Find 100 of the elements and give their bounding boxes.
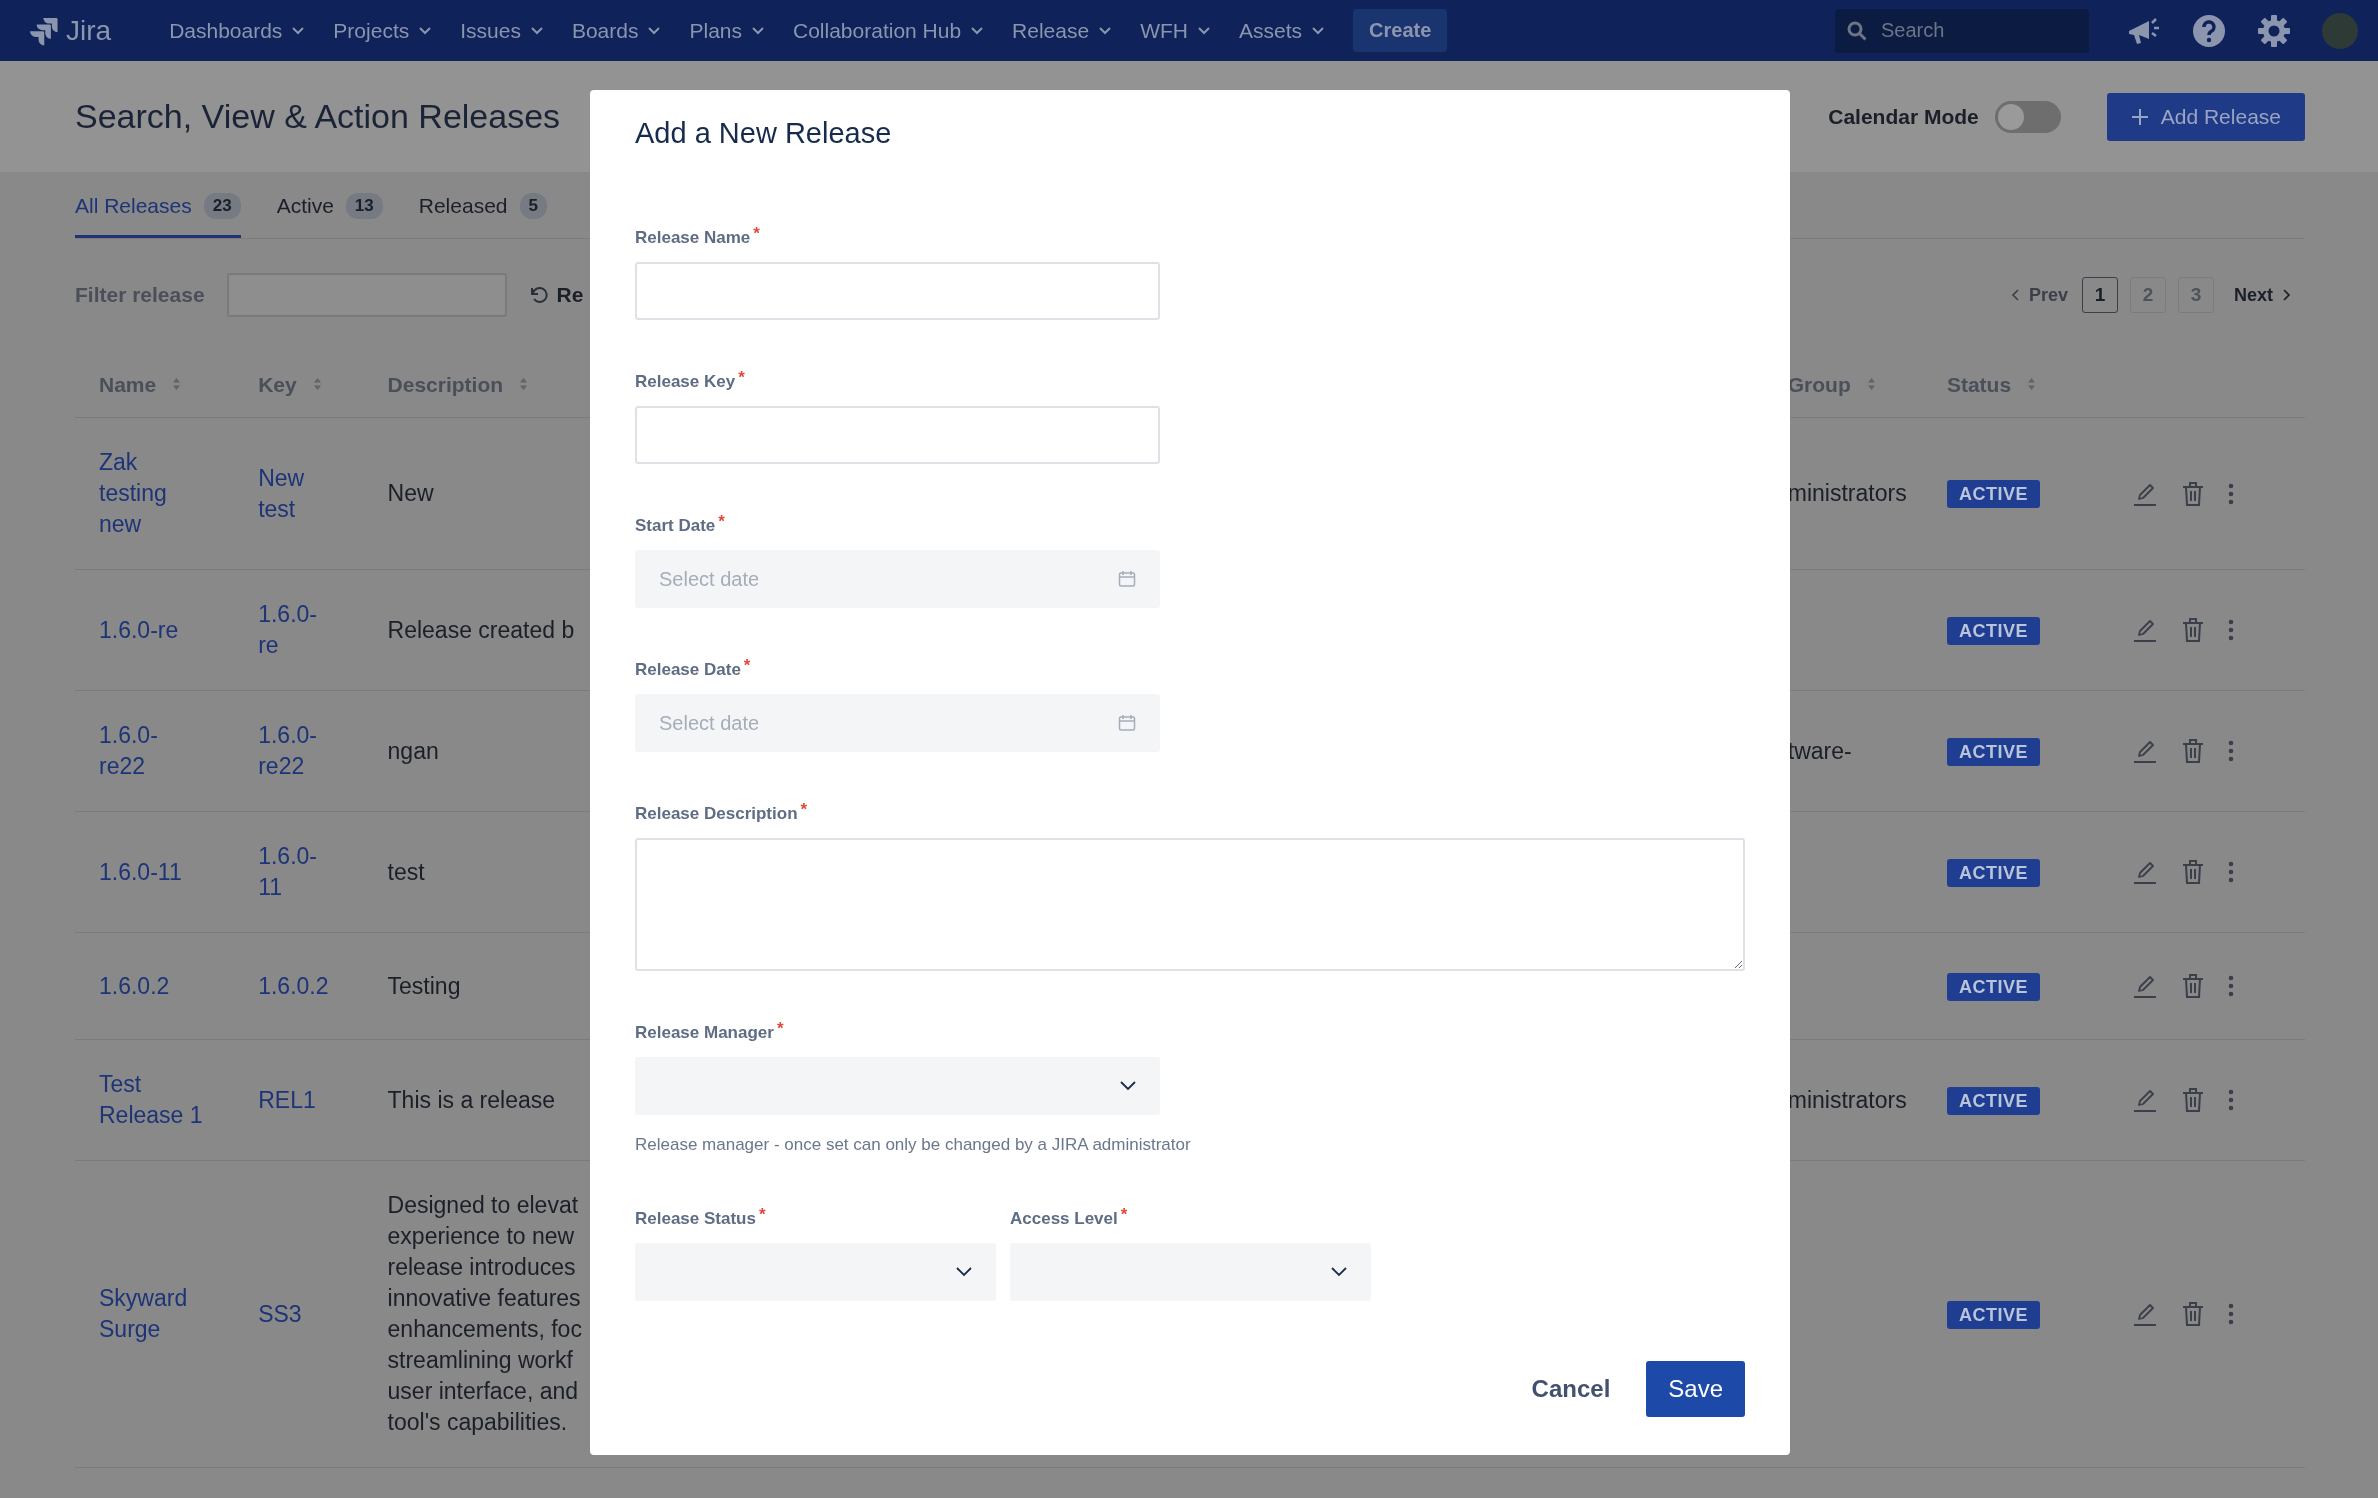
nav-menu[interactable]: Boards	[571, 18, 661, 43]
more-options-icon[interactable]	[2227, 1303, 2234, 1325]
delete-icon[interactable]	[2181, 1301, 2204, 1327]
more-options-icon[interactable]	[2227, 861, 2234, 883]
nav-menu[interactable]: Plans	[689, 18, 764, 43]
date-field[interactable]: Select date	[635, 694, 1160, 752]
chevron-down-icon	[971, 26, 984, 35]
edit-icon[interactable]	[2131, 1301, 2158, 1327]
delete-icon[interactable]	[2181, 617, 2204, 643]
delete-icon[interactable]	[2181, 1087, 2204, 1113]
delete-icon[interactable]	[2181, 738, 2204, 764]
nav-menu[interactable]: Collaboration Hub	[793, 18, 984, 43]
search-field[interactable]: Search	[1835, 8, 2089, 53]
release-name-link[interactable]: 1.6.0.2	[99, 970, 203, 1002]
help-text: Release manager - once set can only be changed by a JIRA administrator	[635, 1134, 1191, 1156]
add-release-button[interactable]: Add Release	[2106, 92, 2305, 141]
more-options-icon[interactable]	[2227, 740, 2234, 762]
nav-menu[interactable]: Dashboards	[169, 18, 305, 43]
dropdown-field[interactable]	[1010, 1243, 1371, 1301]
delete-icon[interactable]	[2181, 859, 2204, 885]
more-options-icon[interactable]	[2227, 482, 2234, 505]
page-number-button[interactable]: 1	[2082, 277, 2118, 313]
edit-icon[interactable]	[2131, 1087, 2158, 1113]
page-number-button[interactable]: 3	[2178, 277, 2214, 313]
description-field[interactable]	[635, 838, 1745, 971]
more-options-icon[interactable]	[2227, 1089, 2234, 1111]
column-header[interactable]: Name	[99, 368, 157, 400]
reset-button[interactable]: Re	[528, 283, 584, 307]
sort-icon[interactable]	[2027, 377, 2037, 391]
status-badge: ACTIVE	[1946, 737, 2040, 766]
status-badge: ACTIVE	[1946, 972, 2040, 1001]
more-options-icon[interactable]	[2227, 619, 2234, 641]
release-key: 1.6.0-11	[258, 841, 329, 903]
column-header[interactable]: Key	[258, 368, 297, 400]
dropdown-field[interactable]	[635, 1243, 996, 1301]
release-key: SS3	[258, 1298, 329, 1330]
calendar-icon	[1118, 714, 1136, 732]
sort-icon[interactable]	[312, 377, 322, 391]
sort-icon[interactable]	[1866, 377, 1876, 391]
reset-icon	[528, 285, 549, 305]
chevron-down-icon	[1312, 26, 1325, 35]
delete-icon[interactable]	[2181, 973, 2204, 999]
status-badge: ACTIVE	[1946, 480, 2040, 508]
nav-menu[interactable]: Projects	[333, 18, 432, 43]
settings-icon[interactable]	[2257, 13, 2291, 48]
jira-logo-icon[interactable]	[30, 15, 60, 46]
status-badge: ACTIVE	[1946, 1300, 2040, 1329]
column-header[interactable]: Status	[1946, 368, 2012, 400]
calendar-icon	[1118, 570, 1136, 588]
tab[interactable]: All Releases 23	[75, 192, 241, 238]
tab[interactable]: Released 5	[418, 192, 547, 238]
product-name[interactable]: Jira	[66, 14, 112, 47]
sort-icon[interactable]	[519, 377, 529, 391]
edit-icon[interactable]	[2131, 617, 2158, 643]
release-key: 1.6.0-re22	[258, 720, 329, 782]
description-cell-text: ngan	[387, 736, 440, 766]
tab[interactable]: Active 13	[276, 192, 383, 238]
description-cell-text: test	[387, 857, 426, 887]
help-icon[interactable]	[2192, 13, 2226, 48]
release-name-link[interactable]: 1.6.0-re22	[99, 720, 203, 782]
nav-menu[interactable]: Assets	[1239, 18, 1325, 43]
column-header[interactable]: Description	[387, 368, 504, 400]
chevron-down-icon	[956, 1267, 972, 1277]
column-header[interactable]: Group	[1787, 368, 1851, 400]
nav-menu[interactable]: Issues	[460, 18, 543, 43]
group-cell: ministrators	[1787, 1086, 1907, 1113]
release-key: New test	[258, 462, 329, 525]
cancel-button[interactable]: Cancel	[1531, 1375, 1611, 1403]
more-options-icon[interactable]	[2227, 975, 2234, 997]
sort-icon[interactable]	[172, 377, 182, 391]
page-title: Search, View & Action Releases	[75, 97, 561, 136]
text-field[interactable]	[635, 262, 1160, 320]
dropdown-field[interactable]	[635, 1057, 1160, 1115]
edit-icon[interactable]	[2131, 738, 2158, 764]
chevron-down-icon	[530, 26, 543, 35]
save-button[interactable]: Save	[1646, 1361, 1745, 1417]
nav-menu[interactable]: WFH	[1140, 18, 1210, 43]
description-cell-text: Designed to elevat experience to new release introduces innovative features enhancements, foc streamlining workf user interface, and tool's capabilities.	[387, 1191, 583, 1437]
date-field[interactable]: Select date	[635, 550, 1160, 608]
page-number-button[interactable]: 2	[2130, 277, 2166, 313]
delete-icon[interactable]	[2181, 480, 2204, 507]
nav-menu[interactable]: Release	[1012, 18, 1112, 43]
release-name-link[interactable]: Zak testing new	[99, 447, 203, 540]
release-name-link[interactable]: 1.6.0-re	[99, 614, 203, 646]
next-page-button[interactable]: Next	[2234, 284, 2291, 306]
release-name-link[interactable]: Skyward Surge	[99, 1283, 203, 1345]
create-button[interactable]: Create	[1353, 9, 1448, 52]
release-name-link[interactable]: 1.6.0-11	[99, 856, 203, 888]
text-field[interactable]	[635, 406, 1160, 464]
edit-icon[interactable]	[2131, 973, 2158, 999]
description-cell-text: Testing	[387, 971, 462, 1001]
calendar-mode-toggle[interactable]	[1994, 100, 2061, 133]
chevron-down-icon	[752, 26, 764, 35]
plus-icon	[2130, 107, 2149, 126]
prev-page-button[interactable]: Prev	[2010, 284, 2068, 306]
edit-icon[interactable]	[2131, 859, 2158, 885]
chevron-down-icon	[648, 26, 661, 35]
description-cell-text: This is a release	[387, 1085, 556, 1115]
release-name-link[interactable]: Test Release 1	[99, 1069, 203, 1131]
chevron-down-icon	[1331, 1267, 1347, 1277]
